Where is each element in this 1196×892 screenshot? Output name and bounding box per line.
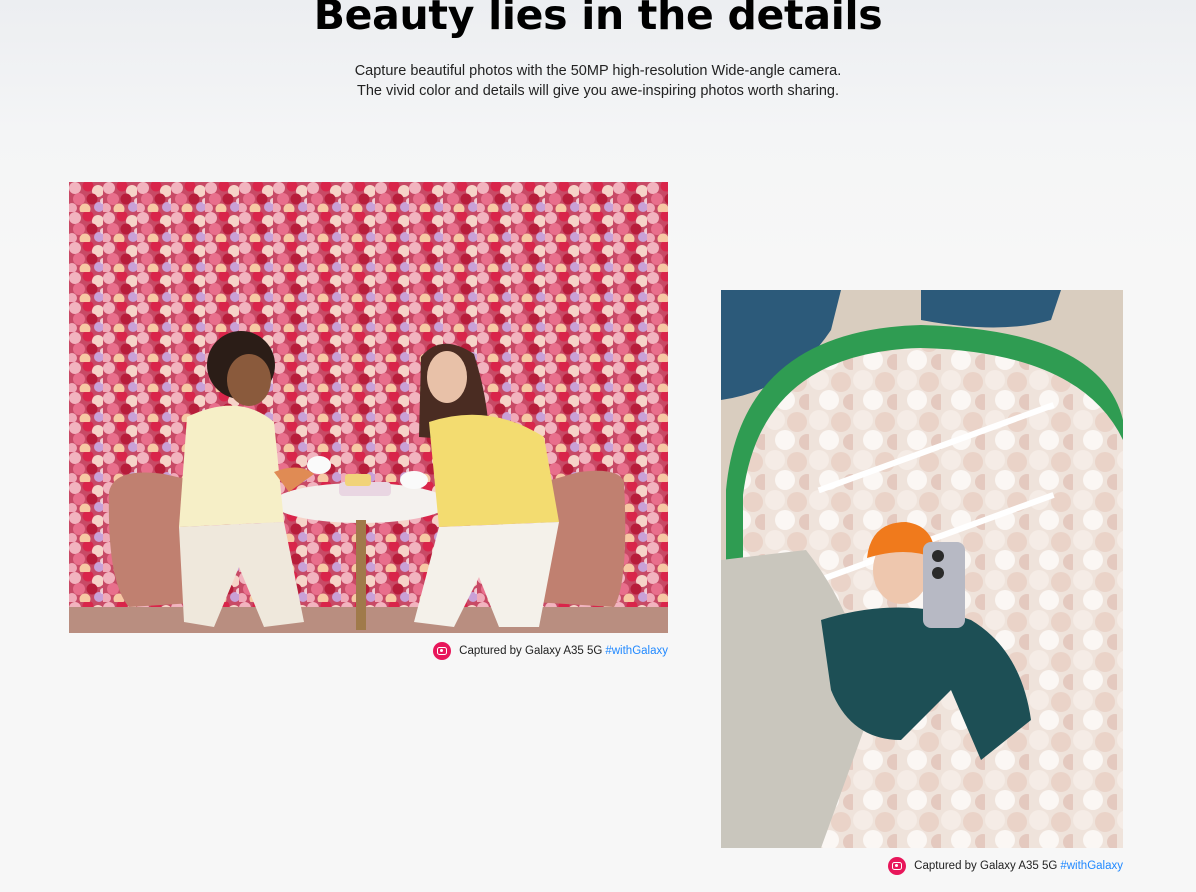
sample-photo-cafe-flower-wall [69,182,668,633]
sample-photo-mirror-selfie [721,290,1123,848]
photo-caption: Captured by Galaxy A35 5G #withGalaxy [433,641,668,661]
caption-text: Captured by Galaxy A35 5G [914,860,1058,872]
hashtag-link[interactable]: #withGalaxy [605,645,668,657]
photo-caption: Captured by Galaxy A35 5G #withGalaxy [888,856,1123,876]
section-description: Capture beautiful photos with the 50MP h… [354,63,842,99]
section-headline: Beauty lies in the details [313,0,883,39]
caption-text: Captured by Galaxy A35 5G [459,645,603,657]
camera-icon [888,857,907,875]
hashtag-link[interactable]: #withGalaxy [1060,860,1123,872]
camera-icon [433,642,452,660]
